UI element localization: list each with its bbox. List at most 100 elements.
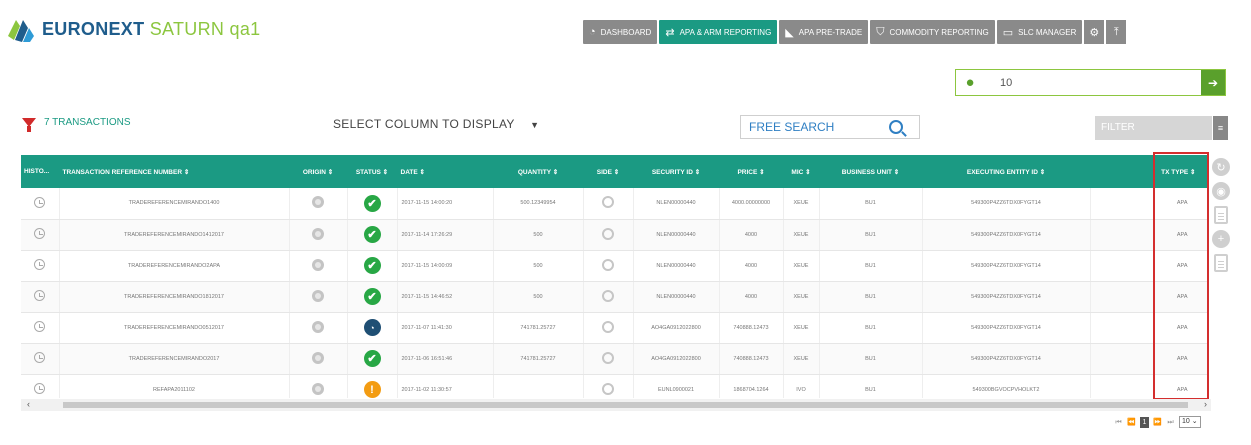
export-excel-icon[interactable] xyxy=(1214,206,1228,224)
origin-icon xyxy=(312,227,324,240)
business-unit-cell: BU1 xyxy=(819,312,923,344)
eye-icon[interactable]: ◉ xyxy=(1212,182,1230,200)
executing-entity-cell: 549300P4ZZ6TDX0FYGT14 xyxy=(922,188,1091,220)
prev-page-button[interactable]: ⏪ xyxy=(1127,417,1136,428)
col-status[interactable]: STATUS ⇕ xyxy=(347,155,398,188)
euronext-logo[interactable]: EURONEXT SATURN qa1 xyxy=(6,14,260,44)
col-quantity[interactable]: QUANTITY ⇕ xyxy=(493,155,584,188)
filter-menu-button[interactable]: ≡ xyxy=(1213,116,1228,140)
col-side[interactable]: SIDE ⇕ xyxy=(583,155,634,188)
history-cell[interactable] xyxy=(21,312,60,344)
free-search-input[interactable]: FREE SEARCH xyxy=(740,115,920,139)
mic-cell: XEUE xyxy=(783,188,820,220)
nav-commodity-reporting-label: COMMODITY REPORTING xyxy=(889,27,989,37)
app-header: EURONEXT SATURN qa1 ◔ DASHBOARD ⇄ APA & … xyxy=(0,0,1251,62)
security-id-cell: NLEN00000440 xyxy=(633,250,720,282)
table-row[interactable]: TRADEREFERENCEMIRANDO2APA ✔ 2017-11-15 14:… xyxy=(21,250,1208,282)
security-id-cell: NLEN00000440 xyxy=(633,281,720,313)
table-row[interactable]: TRADEREFERENCEMIRANDO1412017 ✔ 2017-11-14 … xyxy=(21,219,1208,251)
document-icon[interactable] xyxy=(1214,254,1228,272)
scrollbar-thumb[interactable] xyxy=(63,402,1188,408)
quantity-cell: 741781.25727 xyxy=(493,343,584,375)
history-cell[interactable] xyxy=(21,374,60,398)
search-icon[interactable] xyxy=(889,120,903,134)
table-row[interactable]: TRADEREFERENCEMIRANDO2017 ✔ 2017-11-06 16:… xyxy=(21,343,1208,375)
next-page-button[interactable]: ⏩ xyxy=(1153,417,1162,428)
history-icon[interactable] xyxy=(34,196,46,208)
col-price[interactable]: PRICE ⇕ xyxy=(719,155,784,188)
origin-icon xyxy=(312,320,324,333)
col-transaction-reference[interactable]: TRANSACTION REFERENCE NUMBER ⇕ xyxy=(59,155,290,188)
filter-input[interactable]: FILTER xyxy=(1095,116,1212,140)
executing-entity-cell: 549300P4ZZ6TDX0FYGT14 xyxy=(922,250,1091,282)
security-id-cell: AO4GA0912022800 xyxy=(633,312,720,344)
side-cell xyxy=(583,188,634,220)
select-columns-dropdown[interactable]: SELECT COLUMN TO DISPLAY ▼ xyxy=(333,117,539,131)
horizontal-scrollbar[interactable]: ‹ › xyxy=(21,399,1211,411)
nav-dashboard[interactable]: ◔ DASHBOARD xyxy=(583,20,658,44)
quantity-cell: 500 xyxy=(493,250,584,282)
history-icon[interactable] xyxy=(34,321,46,332)
table-row[interactable]: TRADEREFERENCEMIRANDO1400 ✔ 2017-11-15 14:… xyxy=(21,188,1208,220)
history-cell[interactable] xyxy=(21,188,60,220)
settings-button[interactable]: ⚙ xyxy=(1084,20,1105,44)
table-body: TRADEREFERENCEMIRANDO1400 ✔ 2017-11-15 14:… xyxy=(21,188,1208,398)
nav-apa-pre-trade[interactable]: ◣ APA PRE-TRADE xyxy=(779,20,869,44)
current-page[interactable]: 1 xyxy=(1140,416,1149,428)
col-executing-entity[interactable]: EXECUTING ENTITY ID ⇕ xyxy=(922,155,1091,188)
scroll-left-icon[interactable]: ‹ xyxy=(27,399,30,409)
transaction-reference-cell: TRADEREFERENCEMIRANDO1400 xyxy=(59,188,290,220)
quantity-cell: 741781.25727 xyxy=(493,312,584,344)
last-page-button[interactable]: ⏭ xyxy=(1166,417,1175,428)
first-page-button[interactable]: ⏮ xyxy=(1114,417,1123,428)
history-icon[interactable] xyxy=(34,352,46,363)
origin-icon xyxy=(312,382,324,395)
scroll-right-icon[interactable]: › xyxy=(1204,399,1207,409)
table-row[interactable]: REFAPA2011102! 2017-11-02 11:30:57 EUNL090… xyxy=(21,374,1208,398)
col-history[interactable]: HISTO... xyxy=(21,155,60,188)
page-size-select[interactable]: 10 ⌄ xyxy=(1179,416,1201,428)
refresh-icon[interactable]: ↻ xyxy=(1212,158,1230,176)
side-icon xyxy=(602,289,614,302)
status-warning-icon: ! xyxy=(363,381,381,398)
chevron-down-icon: ⌄ xyxy=(1191,418,1198,425)
nav-slc-manager[interactable]: ▭ SLC MANAGER xyxy=(996,20,1083,44)
environment-name: SATURN qa1 xyxy=(149,18,261,39)
history-icon[interactable] xyxy=(34,259,46,270)
history-cell[interactable] xyxy=(21,343,60,375)
history-icon[interactable] xyxy=(34,290,46,301)
table-row[interactable]: TRADEREFERENCEMIRANDO0512017 ◔ 2017-11-07 … xyxy=(21,312,1208,344)
col-origin[interactable]: ORIGIN ⇕ xyxy=(289,155,348,188)
business-unit-cell: BU1 xyxy=(819,343,923,375)
price-cell: 740888.12473 xyxy=(719,312,784,344)
origin-cell xyxy=(289,374,348,398)
history-cell[interactable] xyxy=(21,281,60,313)
logout-button[interactable]: ➔ xyxy=(1201,70,1225,95)
nav-apa-arm-reporting[interactable]: ⇄ APA & ARM REPORTING xyxy=(659,20,778,44)
col-date[interactable]: DATE ⇕ xyxy=(397,155,494,188)
caret-down-icon: ▼ xyxy=(530,120,540,130)
add-icon[interactable]: + xyxy=(1212,230,1230,248)
security-id-cell: EUNL0900021 xyxy=(633,374,720,398)
date-cell: 2017-11-15 14:46:52 xyxy=(397,281,494,313)
arrows-exchange-icon: ⇄ xyxy=(665,26,675,39)
price-cell: 740888.12473 xyxy=(719,343,784,375)
col-business-unit[interactable]: BUSINESS UNIT ⇕ xyxy=(819,155,923,188)
col-security-id[interactable]: SECURITY ID ⇕ xyxy=(633,155,720,188)
brand-name: EURONEXT xyxy=(42,18,145,39)
mic-cell: XEUE xyxy=(783,343,820,375)
transaction-count[interactable]: 7 TRANSACTIONS xyxy=(22,117,131,132)
nav-commodity-reporting[interactable]: ⛉ COMMODITY REPORTING xyxy=(870,20,995,44)
transaction-reference-cell: TRADEREFERENCEMIRANDO1812017 xyxy=(59,281,290,313)
history-icon[interactable] xyxy=(34,228,46,239)
status-cell: ✔ xyxy=(347,281,398,313)
side-icon xyxy=(602,196,614,209)
upload-button[interactable]: ⤒ xyxy=(1106,20,1127,44)
history-icon[interactable] xyxy=(34,383,46,394)
table-row[interactable]: TRADEREFERENCEMIRANDO1812017 ✔ 2017-11-15 … xyxy=(21,281,1208,313)
security-id-cell: NLEN00000440 xyxy=(633,188,720,220)
card-icon: ▭ xyxy=(1002,26,1014,39)
history-cell[interactable] xyxy=(21,250,60,282)
history-cell[interactable] xyxy=(21,219,60,251)
col-mic[interactable]: MIC ⇕ xyxy=(783,155,820,188)
